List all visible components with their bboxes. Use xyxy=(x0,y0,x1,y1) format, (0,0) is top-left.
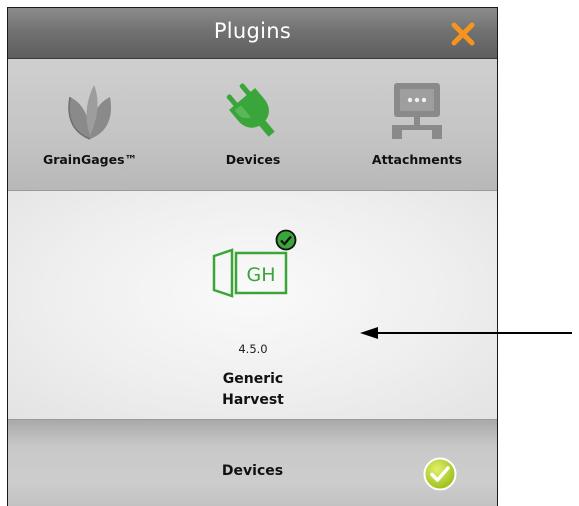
plug-icon xyxy=(226,83,275,137)
tab-label: Devices xyxy=(225,152,281,167)
plugin-icon-text: GH xyxy=(246,264,275,286)
network-device-icon xyxy=(392,83,442,139)
tab-graingages[interactable]: GrainGages™ xyxy=(8,59,172,190)
plugins-panel: Plugins GrainGages™ Devices Attachments … xyxy=(7,7,498,506)
plugin-name: Generic Harvest xyxy=(153,369,353,411)
plugin-list: GH 4.5.0 Generic Harvest xyxy=(8,191,497,420)
grain-leaf-icon xyxy=(68,85,112,140)
title-bar: Plugins xyxy=(8,8,497,59)
plugin-name-line2: Harvest xyxy=(222,392,284,408)
callout-arrow xyxy=(360,327,572,339)
checkmark-circle-icon[interactable] xyxy=(423,457,457,491)
tab-label: Attachments xyxy=(371,152,463,167)
tab-label: GrainGages™ xyxy=(42,152,138,167)
tab-attachments[interactable]: Attachments xyxy=(335,59,497,190)
plugin-name-line1: Generic xyxy=(222,371,284,387)
plugin-category-tabs: GrainGages™ Devices Attachments xyxy=(8,59,497,191)
generic-harvest-icon: GH xyxy=(212,248,288,298)
tab-devices[interactable]: Devices xyxy=(171,59,335,190)
footer-bar: Devices xyxy=(8,420,497,506)
plugin-item-generic-harvest[interactable]: GH 4.5.0 Generic Harvest xyxy=(153,215,353,415)
close-icon[interactable] xyxy=(451,22,475,46)
plugin-version: 4.5.0 xyxy=(238,342,268,356)
window-title: Plugins xyxy=(213,19,292,43)
